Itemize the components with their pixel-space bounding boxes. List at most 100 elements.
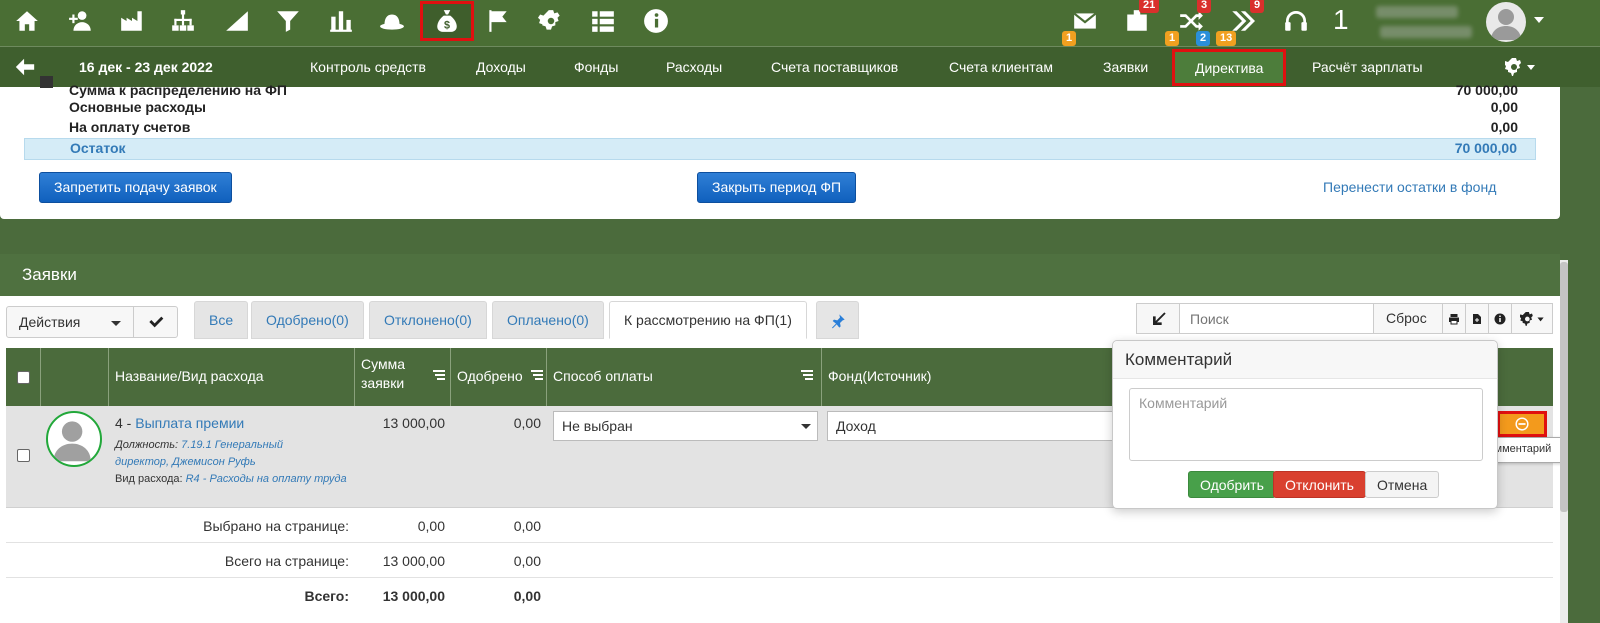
column-name[interactable]: Название/Вид расхода — [109, 348, 355, 406]
payment-method-select[interactable]: Не выбран — [553, 411, 818, 441]
money-bag-icon[interactable]: $ — [420, 1, 474, 41]
request-approved: 0,00 — [513, 415, 541, 431]
top-icon-bar: $ 1 21 3 1 2 13 9 1 — [0, 0, 1600, 46]
nav-payroll[interactable]: Расчёт зарплаты — [1312, 59, 1423, 75]
print-button[interactable] — [1442, 303, 1466, 334]
fund-select[interactable]: Доход — [827, 411, 1117, 441]
sort-icon — [801, 370, 813, 380]
select-all-checkbox[interactable] — [17, 371, 30, 384]
nav-client-invoices[interactable]: Счета клиентам — [949, 59, 1053, 75]
comment-textarea[interactable]: Комментарий — [1129, 388, 1483, 461]
tab-approved[interactable]: Одобрено(0) — [251, 301, 364, 339]
comment-popover: Комментарий Комментарий Одобрить Отклони… — [1112, 340, 1498, 509]
comment-button[interactable] — [1497, 411, 1547, 437]
apply-check-button[interactable] — [133, 306, 178, 338]
factory-icon[interactable] — [117, 6, 147, 36]
nav-funds[interactable]: Фонды — [574, 59, 618, 75]
nav-income[interactable]: Доходы — [476, 59, 526, 75]
popover-title: Комментарий — [1113, 341, 1497, 379]
period-label[interactable]: 16 дек - 23 дек 2022 — [79, 59, 213, 75]
summary-selected: Выбрано на странице: 0,00 0,00 — [6, 508, 1553, 543]
request-title: 4 - Выплата премии — [115, 415, 245, 431]
info-small-icon — [1494, 313, 1506, 325]
chevron-down-icon — [801, 424, 811, 429]
mail-badge: 1 — [1062, 31, 1077, 46]
print-icon — [1449, 314, 1459, 325]
tab-paid[interactable]: Оплачено(0) — [492, 301, 604, 339]
column-approved[interactable]: Одобрено — [451, 348, 547, 406]
svg-text:$: $ — [444, 20, 450, 32]
check-icon — [149, 316, 164, 328]
expense-type-info: Вид расхода: R4 - Расходы на оплату труд… — [115, 473, 347, 485]
tab-under-review[interactable]: К рассмотрению на ФП(1) — [609, 301, 807, 339]
org-chart-icon[interactable] — [168, 6, 198, 36]
shuffle-badge-blue: 2 — [1196, 31, 1211, 46]
section-title: Заявки — [22, 265, 77, 284]
sort-icon — [531, 370, 543, 380]
forbid-requests-button[interactable]: Запретить подачу заявок — [39, 172, 232, 203]
blurred-username — [1376, 6, 1458, 18]
user-menu-caret-icon[interactable] — [1534, 17, 1544, 23]
reject-button[interactable]: Отклонить — [1273, 471, 1366, 498]
requests-section-header: Заявки — [0, 254, 1560, 296]
nav-requests[interactable]: Заявки — [1103, 59, 1148, 75]
blurred-company — [1380, 26, 1472, 38]
expand-icon[interactable] — [40, 76, 53, 88]
export-button[interactable] — [1465, 303, 1489, 334]
filter-icon[interactable] — [273, 6, 303, 36]
summary-page-total: Всего на странице: 13 000,00 0,00 — [6, 543, 1553, 578]
avatar — [46, 411, 102, 467]
nav-supplier-invoices[interactable]: Счета поставщиков — [771, 59, 898, 75]
tab-rejected[interactable]: Отклонено(0) — [369, 301, 487, 339]
info-icon[interactable] — [641, 6, 671, 36]
column-sum[interactable]: Сумма заявки — [355, 348, 451, 406]
hat-icon[interactable] — [377, 6, 407, 36]
back-arrow-icon[interactable] — [14, 56, 36, 78]
fund-row-invoice-payment: На оплату счетов 0,00 — [69, 119, 1518, 135]
arrow-down-left-icon — [1153, 312, 1166, 325]
row-checkbox[interactable] — [17, 449, 30, 462]
home-icon[interactable] — [12, 6, 42, 36]
minus-circle-icon — [1515, 417, 1529, 431]
sort-icon — [433, 370, 445, 380]
user-plus-icon[interactable] — [66, 6, 96, 36]
nav-funds-control[interactable]: Контроль средств — [310, 59, 426, 75]
shuffle-badge-orange: 1 — [1165, 31, 1180, 46]
close-period-button[interactable]: Закрыть период ФП — [697, 172, 857, 203]
bar-chart-icon[interactable] — [326, 6, 356, 36]
flag-icon[interactable] — [483, 6, 513, 36]
cancel-button[interactable]: Отмена — [1365, 471, 1440, 498]
gear-icon[interactable] — [536, 6, 566, 36]
info-button[interactable] — [1488, 303, 1512, 334]
list-icon[interactable] — [588, 6, 618, 36]
scrollbar-thumb[interactable] — [1560, 262, 1568, 512]
actions-caret-icon — [111, 321, 121, 326]
transfer-balance-link[interactable]: Перенести остатки в фонд — [1323, 179, 1496, 195]
headset-icon[interactable] — [1281, 6, 1311, 36]
nav-expenses[interactable]: Расходы — [666, 59, 722, 75]
double-chevron-badge: 9 — [1250, 0, 1265, 13]
expense-type-link[interactable]: R4 - Расходы на оплату труда — [186, 473, 347, 485]
pin-tab[interactable] — [816, 301, 859, 339]
reset-button[interactable]: Сброс — [1373, 303, 1443, 334]
avatar-column — [41, 348, 109, 406]
collapse-button[interactable] — [1136, 303, 1180, 334]
position-info: Должность: 7.19.1 Генеральный директор, … — [115, 439, 283, 468]
growth-icon[interactable] — [222, 6, 252, 36]
counter: 1 — [1333, 4, 1349, 35]
nav-settings-icon[interactable] — [1504, 58, 1535, 79]
fund-row-main-expenses: Основные расходы 0,00 — [69, 99, 1518, 115]
pin-icon — [832, 314, 845, 329]
request-link[interactable]: Выплата премии — [135, 415, 244, 431]
column-payment-method[interactable]: Способ оплаты — [547, 348, 822, 406]
table-settings-button[interactable] — [1511, 303, 1553, 334]
user-avatar[interactable] — [1486, 2, 1526, 42]
request-sum: 13 000,00 — [382, 415, 445, 431]
fund-row-balance: Остаток 70 000,00 — [24, 138, 1536, 160]
search-input[interactable] — [1179, 303, 1374, 334]
tab-all[interactable]: Все — [194, 301, 249, 339]
approve-button[interactable]: Одобрить — [1188, 471, 1276, 498]
settings-gear-icon — [1520, 312, 1544, 326]
briefcase-badge: 21 — [1139, 0, 1160, 13]
funds-summary-panel: Сумма к распределению на ФП 70 000,00 Ос… — [0, 76, 1560, 219]
